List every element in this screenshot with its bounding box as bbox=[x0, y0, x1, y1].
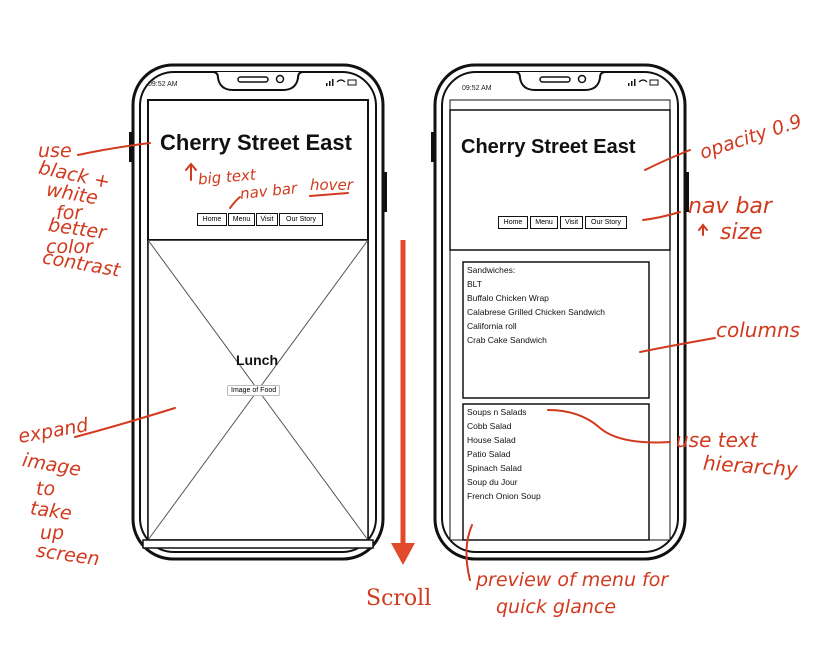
annotation-strokes bbox=[74, 142, 716, 581]
annotation-expand-3: to bbox=[36, 478, 56, 500]
annotation-columns: columns bbox=[716, 318, 801, 342]
annotation-hierarchy-a: use text bbox=[676, 428, 758, 452]
annotation-nav-hover-b: hover bbox=[310, 176, 353, 194]
annotation-nav-size-a: nav bar bbox=[688, 194, 772, 219]
annotation-preview-b: quick glance bbox=[496, 596, 617, 618]
annotation-hierarchy-b: hierarchy bbox=[702, 450, 799, 482]
annotation-preview-a: preview of menu for bbox=[476, 569, 669, 591]
annotation-nav-size-b: size bbox=[720, 220, 763, 245]
scroll-label: Scroll bbox=[366, 586, 432, 611]
